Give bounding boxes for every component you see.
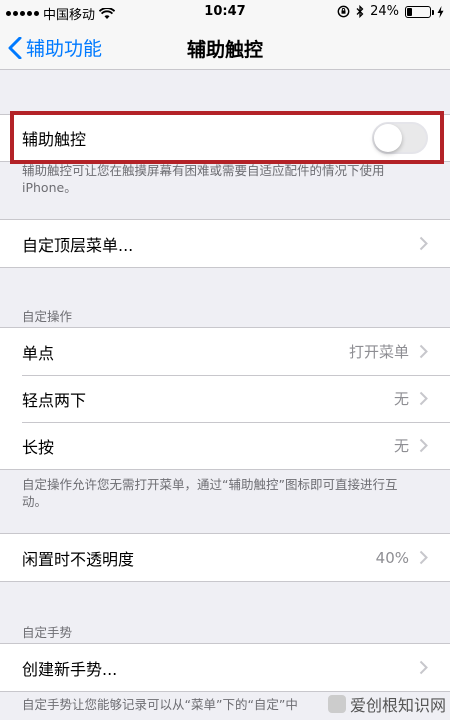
idle-opacity-row[interactable]: 闲置时不透明度 40% xyxy=(0,534,450,581)
chevron-right-icon xyxy=(419,550,428,565)
custom-actions-group: 单点 打开菜单 轻点两下 无 长按 无 xyxy=(0,327,450,470)
single-tap-row[interactable]: 单点 打开菜单 xyxy=(0,328,450,375)
toggle-knob xyxy=(374,124,402,152)
long-press-value: 无 xyxy=(393,437,409,455)
double-tap-value: 无 xyxy=(393,390,409,408)
idle-opacity-label: 闲置时不透明度 xyxy=(22,549,135,569)
custom-actions-footer: 自定操作允许您无需打开菜单，通过“辅助触控”图标即可直接进行互动。 xyxy=(22,477,398,509)
navigation-bar: 辅助功能 辅助触控 xyxy=(0,24,450,70)
assistive-touch-row: 辅助触控 xyxy=(0,115,450,161)
single-tap-label: 单点 xyxy=(22,343,55,363)
custom-gestures-group: 创建新手势... xyxy=(0,643,450,692)
watermark-text: 爱创根知识网 xyxy=(349,696,446,715)
create-gesture-label: 创建新手势... xyxy=(22,659,118,679)
chevron-right-icon xyxy=(419,391,428,406)
top-level-menu-group: 自定顶层菜单... xyxy=(0,219,450,268)
status-bar: 中国移动 10:47 24% xyxy=(0,0,450,24)
top-level-menu-label: 自定顶层菜单... xyxy=(22,235,134,255)
orientation-lock-icon xyxy=(337,5,350,18)
idle-opacity-value: 40% xyxy=(375,548,409,567)
watermark-logo-icon xyxy=(327,695,346,713)
assistive-touch-label: 辅助触控 xyxy=(22,130,87,149)
chevron-right-icon xyxy=(419,236,428,251)
assistive-touch-footer: 辅助触控可让您在触摸屏幕有困难或需要自适应配件的情况下使用 iPhone。 xyxy=(22,163,385,195)
page-title: 辅助触控 xyxy=(186,39,263,61)
idle-opacity-group: 闲置时不透明度 40% xyxy=(0,533,450,582)
battery-icon xyxy=(405,5,434,18)
single-tap-value: 打开菜单 xyxy=(348,343,409,361)
double-tap-label: 轻点两下 xyxy=(22,390,87,410)
assistive-touch-toggle[interactable] xyxy=(372,122,428,154)
long-press-row[interactable]: 长按 无 xyxy=(0,422,450,469)
long-press-label: 长按 xyxy=(22,437,55,457)
battery-percent: 24% xyxy=(370,4,399,19)
chevron-right-icon xyxy=(419,438,428,453)
double-tap-row[interactable]: 轻点两下 无 xyxy=(0,375,450,422)
status-right: 24% xyxy=(337,4,444,19)
chevron-right-icon xyxy=(419,344,428,359)
chevron-right-icon xyxy=(419,660,428,675)
charging-icon xyxy=(437,5,444,18)
top-level-menu-row[interactable]: 自定顶层菜单... xyxy=(0,220,450,267)
custom-actions-header: 自定操作 xyxy=(22,309,73,324)
watermark: 爱创根知识网 xyxy=(327,692,446,716)
custom-gestures-header: 自定手势 xyxy=(22,625,73,640)
create-gesture-row[interactable]: 创建新手势... xyxy=(0,644,450,691)
assistive-touch-group: 辅助触控 xyxy=(0,114,450,162)
bluetooth-icon xyxy=(356,5,364,18)
